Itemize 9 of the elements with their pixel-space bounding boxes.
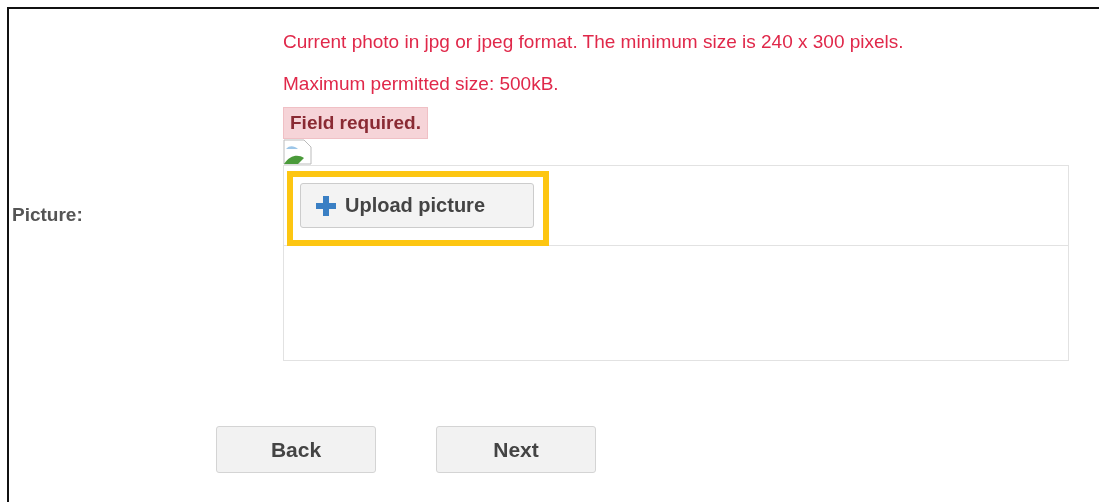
field-label: Picture: [12, 204, 84, 226]
broken-image-icon [283, 139, 313, 165]
format-note: Maximum permitted size: 500kB. [283, 73, 559, 95]
nav-button[interactable]: Next [436, 426, 596, 473]
plus-icon [315, 194, 337, 217]
upload-button[interactable]: Upload picture [300, 183, 534, 228]
nav-button[interactable]: Back [216, 426, 376, 473]
error-message: Field required. [283, 107, 428, 139]
format-note: Current photo in jpg or jpeg format. The minimum size is 240 x 300 pixels. [283, 31, 904, 53]
